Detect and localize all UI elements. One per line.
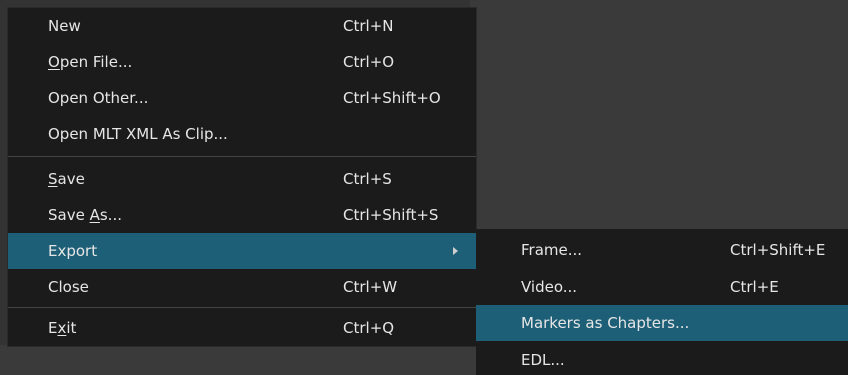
menu-item-save[interactable]: Save Ctrl+S	[8, 161, 476, 197]
menu-item-open-file[interactable]: Open File... Ctrl+O	[8, 44, 476, 80]
menu-item-label: Close	[48, 278, 89, 296]
background-bottom-left	[0, 345, 470, 375]
submenu-item-label: Video...	[521, 278, 578, 296]
menu-separator	[8, 307, 476, 308]
menu-item-shortcut: Ctrl+Shift+O	[343, 89, 441, 107]
app-window: New Ctrl+N Open File... Ctrl+O Open Othe…	[0, 0, 848, 375]
menu-item-open-other[interactable]: Open Other... Ctrl+Shift+O	[8, 80, 476, 116]
submenu-item-edl[interactable]: EDL...	[476, 342, 848, 375]
menu-item-exit[interactable]: Exit Ctrl+Q	[8, 310, 476, 346]
export-submenu: Frame... Ctrl+Shift+E Video... Ctrl+E Ma…	[476, 229, 848, 375]
menu-item-shortcut: Ctrl+O	[343, 53, 395, 71]
menu-item-open-mlt-xml[interactable]: Open MLT XML As Clip...	[8, 116, 476, 152]
menu-item-save-as[interactable]: Save As... Ctrl+Shift+S	[8, 197, 476, 233]
menu-item-shortcut: Ctrl+Q	[343, 319, 395, 337]
menu-item-shortcut: Ctrl+W	[343, 278, 398, 296]
menu-item-label: New	[48, 17, 81, 35]
menu-item-shortcut: Ctrl+Shift+S	[343, 206, 439, 224]
submenu-item-label: Frame...	[521, 241, 583, 259]
submenu-item-label: Markers as Chapters...	[521, 314, 690, 332]
menu-item-label: Export	[48, 242, 98, 260]
submenu-item-shortcut: Ctrl+Shift+E	[730, 241, 826, 259]
submenu-item-frame[interactable]: Frame... Ctrl+Shift+E	[476, 232, 848, 268]
menu-item-shortcut: Ctrl+N	[343, 17, 394, 35]
menu-item-new[interactable]: New Ctrl+N	[8, 8, 476, 44]
menu-item-label: Open Other...	[48, 89, 149, 107]
menu-item-label: Exit	[48, 319, 77, 337]
menu-item-shortcut: Ctrl+S	[343, 170, 392, 188]
chevron-right-icon	[453, 247, 458, 255]
menu-item-label: Open File...	[48, 53, 133, 71]
menu-item-label: Save As...	[48, 206, 122, 224]
menu-item-export[interactable]: Export	[8, 233, 476, 269]
file-menu: New Ctrl+N Open File... Ctrl+O Open Othe…	[8, 8, 476, 346]
submenu-item-shortcut: Ctrl+E	[730, 278, 779, 296]
menu-item-label: Save	[48, 170, 85, 188]
submenu-item-video[interactable]: Video... Ctrl+E	[476, 269, 848, 305]
submenu-item-label: EDL...	[521, 351, 565, 369]
menu-item-label: Open MLT XML As Clip...	[48, 125, 228, 143]
menu-item-close[interactable]: Close Ctrl+W	[8, 269, 476, 305]
menu-separator	[8, 156, 476, 157]
submenu-item-markers-as-chapters[interactable]: Markers as Chapters...	[476, 305, 848, 341]
